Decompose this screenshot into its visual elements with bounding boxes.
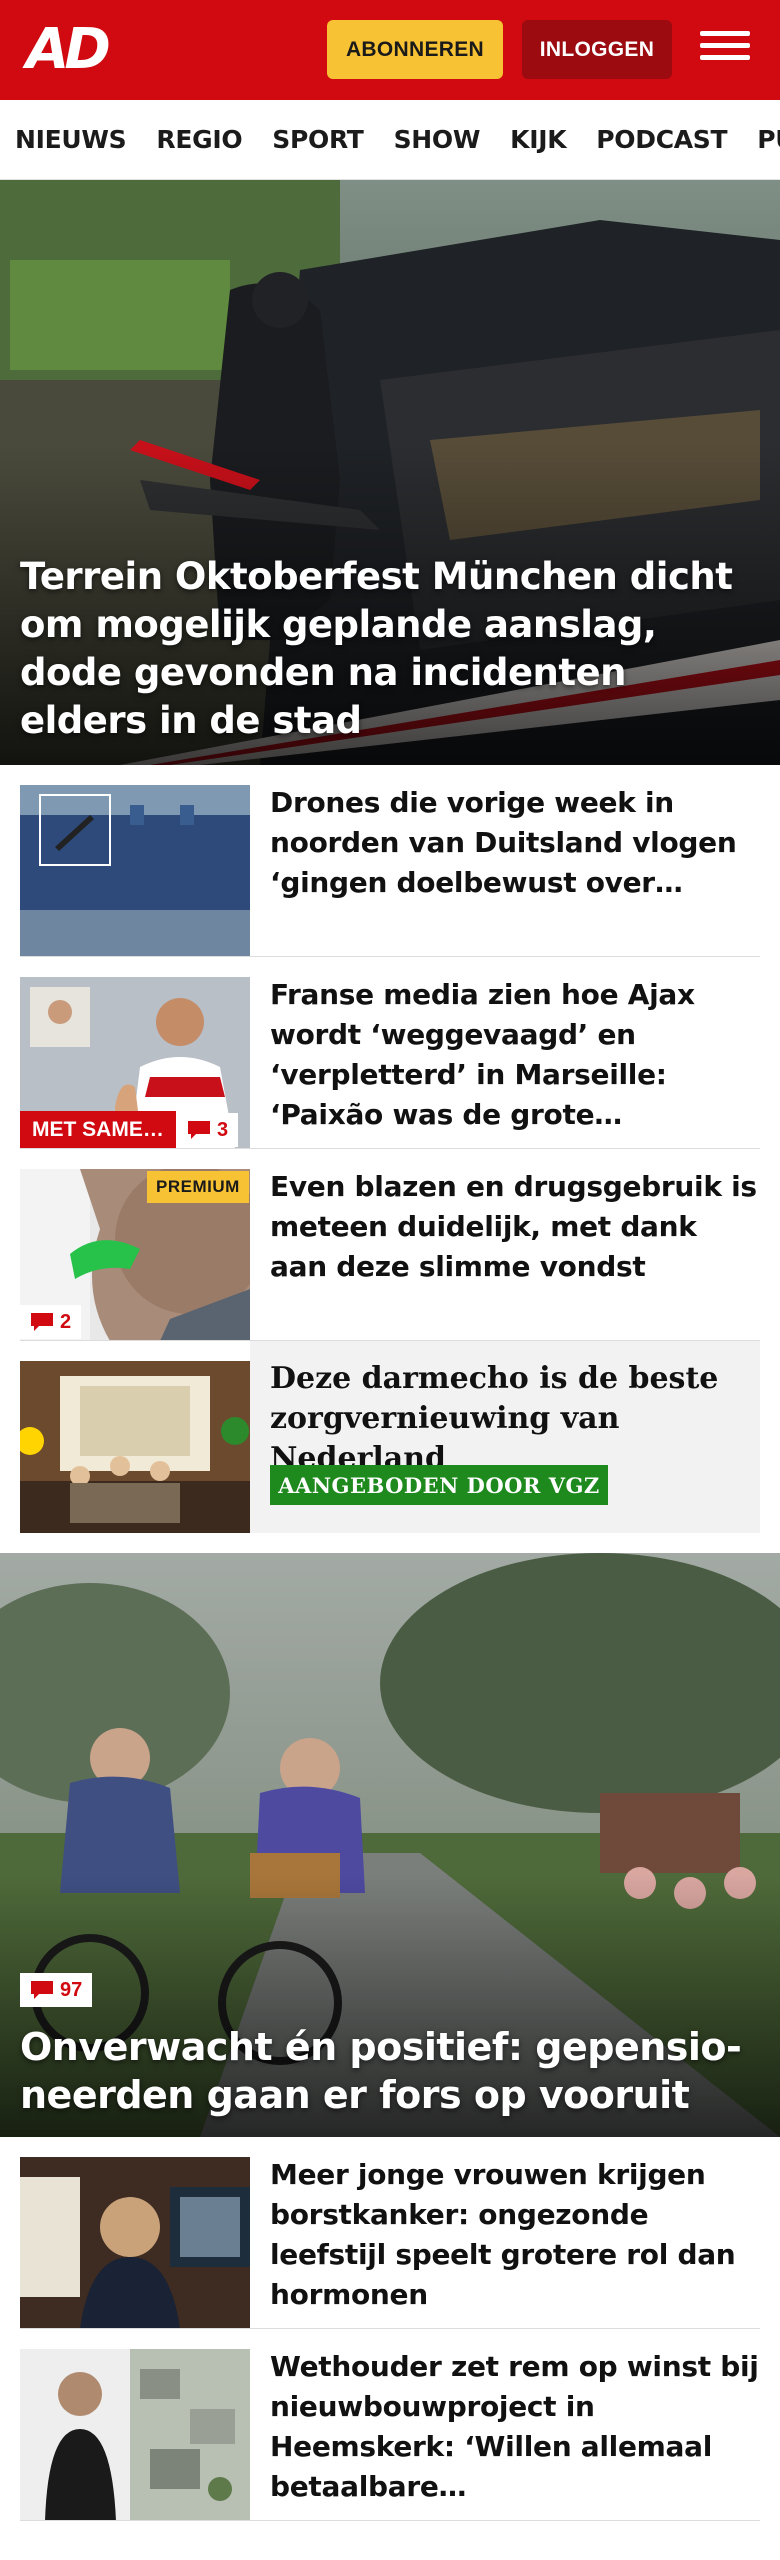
- live-badge: MET SAME…: [20, 1111, 176, 1149]
- subscribe-button[interactable]: ABONNEREN: [327, 20, 503, 79]
- comment-count[interactable]: 2: [20, 1305, 82, 1339]
- comment-icon: [188, 1121, 210, 1139]
- list-item[interactable]: Wethouder zet rem op winst bij nieuwbouw…: [0, 2329, 780, 2521]
- comment-count-value: 3: [217, 1118, 229, 1141]
- nav-item-kijk[interactable]: KIJK: [510, 125, 566, 154]
- nav-item-show[interactable]: SHOW: [394, 125, 481, 154]
- nav-item-regio[interactable]: REGIO: [156, 125, 242, 154]
- article-title: Meer jonge vrouwen krijgen borstkanker: …: [270, 2158, 736, 2311]
- sponsored-item[interactable]: Deze darmecho is de beste zorgvernieuwin…: [0, 1341, 780, 1533]
- featured-headline: Onverwacht én positief: gepensio-neerden…: [20, 2025, 742, 2117]
- nav-item-nieuws[interactable]: NIEUWS: [15, 125, 127, 154]
- article-title: Drones die vorige week in noorden van Du…: [270, 786, 737, 899]
- sponsored-label: AANGEBODEN DOOR VGZ: [270, 1465, 608, 1505]
- article-thumbnail: [20, 2349, 250, 2521]
- top-bar: AD ABONNEREN INLOGGEN: [0, 0, 780, 100]
- premium-badge: PREMIUM: [147, 1171, 249, 1203]
- divider: [20, 2520, 760, 2521]
- hero-article[interactable]: Terrein Oktoberfest München dicht om mog…: [0, 180, 780, 765]
- comment-icon: [31, 1313, 53, 1331]
- comment-count-value: 97: [60, 1978, 83, 2001]
- comment-icon: [31, 1981, 53, 1999]
- ad-logo[interactable]: AD: [26, 22, 111, 78]
- comment-count[interactable]: 97: [20, 1973, 93, 2007]
- list-item[interactable]: PREMIUM 2 Even blazen en drugsgebruik is…: [0, 1149, 780, 1341]
- featured-article[interactable]: 97 Onverwacht én positief: gepensio-neer…: [0, 1553, 780, 2137]
- article-title: Wethouder zet rem op winst bij nieuwbouw…: [270, 2350, 759, 2503]
- nav-item-sport[interactable]: SPORT: [272, 125, 364, 154]
- nav-item-puzzel[interactable]: PUZZ: [757, 125, 780, 154]
- comment-count-value: 2: [60, 1310, 72, 1333]
- sponsored-title: Deze darmecho is de beste zorgvernieuwin…: [270, 1361, 719, 1476]
- comment-count[interactable]: 3: [177, 1113, 239, 1147]
- article-list: Drones die vorige week in noorden van Du…: [0, 765, 780, 1533]
- article-thumbnail: [20, 2157, 250, 2329]
- list-item[interactable]: MET SAME… 3 Franse media zien hoe Ajax w…: [0, 957, 780, 1149]
- article-thumbnail: [20, 785, 250, 957]
- hero-headline: Terrein Oktoberfest München dicht om mog…: [20, 555, 733, 742]
- login-button[interactable]: INLOGGEN: [522, 20, 672, 79]
- section-nav: NIEUWS REGIO SPORT SHOW KIJK PODCAST PUZ…: [0, 100, 780, 180]
- sponsored-thumbnail: [20, 1361, 250, 1533]
- article-list-2: Meer jonge vrouwen krijgen borstkanker: …: [0, 2137, 780, 2521]
- article-title: Even blazen en drugsgebruik is meteen du…: [270, 1170, 757, 1283]
- nav-item-podcast[interactable]: PODCAST: [596, 125, 727, 154]
- list-item[interactable]: Meer jonge vrouwen krijgen borstkanker: …: [0, 2137, 780, 2329]
- hamburger-menu-icon[interactable]: [700, 24, 750, 74]
- article-title: Franse media zien hoe Ajax wordt ‘weggev…: [270, 978, 695, 1131]
- list-item[interactable]: Drones die vorige week in noorden van Du…: [0, 765, 780, 957]
